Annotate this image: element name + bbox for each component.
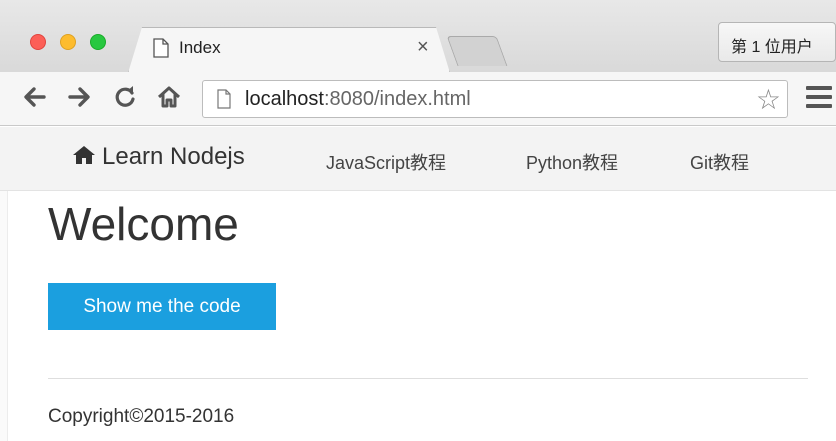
address-url[interactable]: localhost:8080/index.html [245, 88, 471, 111]
address-bar[interactable]: localhost:8080/index.html ☆ [202, 80, 788, 118]
page-title: Welcome [48, 198, 239, 250]
nav-link-git[interactable]: Git教程 [690, 149, 749, 175]
close-tab-icon[interactable]: × [417, 36, 429, 59]
nav-link-python[interactable]: Python教程 [526, 149, 618, 175]
home-icon [73, 146, 95, 164]
page-left-edge [0, 191, 8, 441]
site-navbar: Learn Nodejs JavaScript教程 Python教程 Git教程 [0, 127, 836, 191]
copyright-text: Copyright©2015-2016 [48, 406, 235, 427]
zoom-window-button[interactable] [90, 34, 106, 50]
show-code-button[interactable]: Show me the code [48, 283, 276, 330]
address-path: :8080/index.html [323, 88, 471, 110]
address-host: localhost [245, 88, 324, 110]
tab-title: Index [179, 38, 221, 57]
hamburger-menu-icon[interactable] [806, 86, 832, 110]
new-tab-button[interactable] [446, 36, 508, 66]
close-window-button[interactable] [30, 34, 46, 50]
arrow-right-icon[interactable] [66, 82, 92, 112]
browser-toolbar: localhost:8080/index.html ☆ [0, 72, 836, 126]
nav-link-javascript[interactable]: JavaScript教程 [326, 149, 446, 175]
minimize-window-button[interactable] [60, 34, 76, 50]
document-icon [153, 38, 169, 58]
page-icon [217, 89, 231, 109]
star-icon[interactable]: ☆ [756, 83, 781, 116]
brand-link[interactable]: Learn Nodejs [72, 143, 245, 171]
brand-label: Learn Nodejs [102, 143, 245, 170]
arrow-left-icon[interactable] [22, 82, 48, 112]
browser-tab[interactable]: Index × [128, 27, 450, 73]
profile-button[interactable]: 第 1 位用户 [718, 22, 836, 62]
reload-icon[interactable] [112, 82, 138, 112]
home-icon[interactable] [156, 82, 182, 112]
browser-tab-strip: Index × 第 1 位用户 [0, 0, 836, 73]
footer-divider [48, 378, 808, 379]
